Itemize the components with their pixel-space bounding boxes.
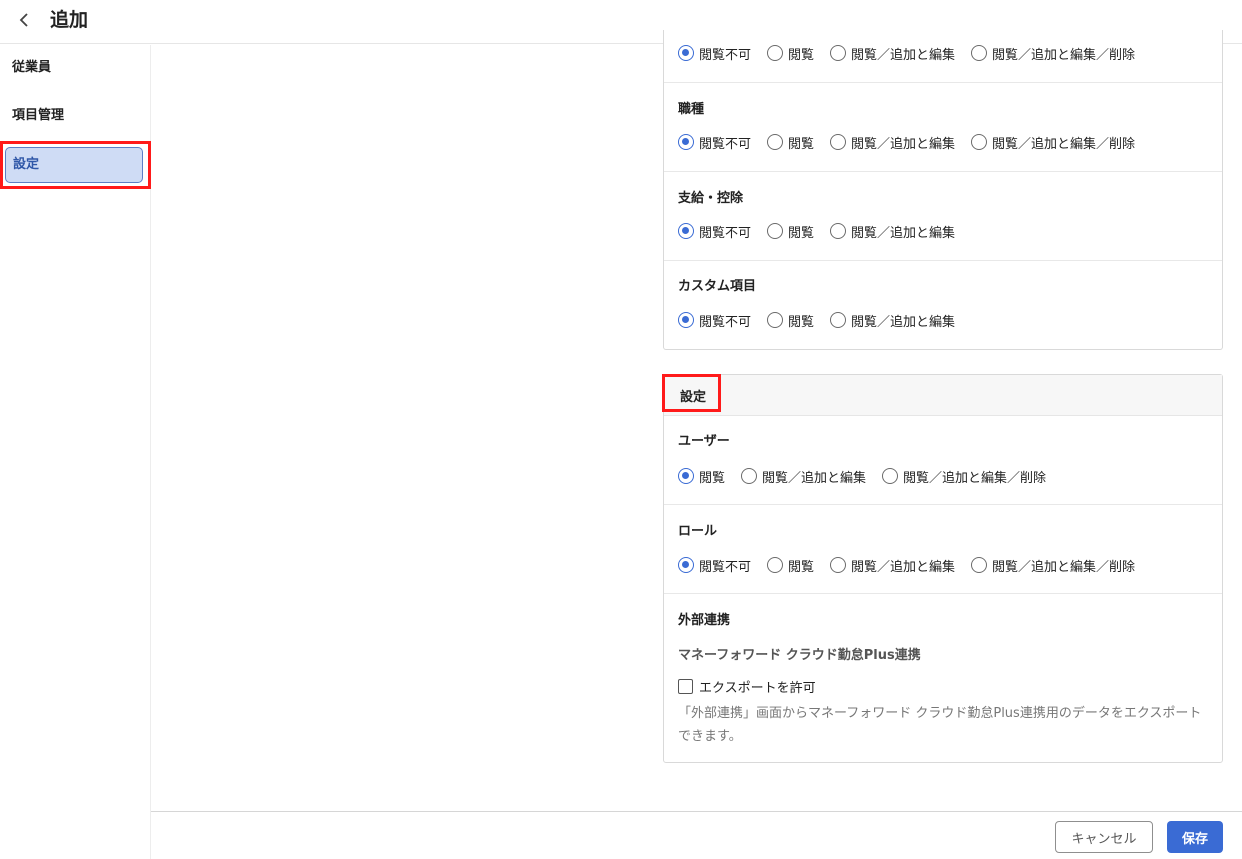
radio-group-user: 閲覧 閲覧／追加と編集 閲覧／追加と編集／削除: [678, 466, 1062, 486]
radio-button[interactable]: [767, 45, 784, 61]
back-button[interactable]: [12, 8, 36, 34]
radio-option[interactable]: 閲覧不可: [678, 556, 751, 575]
integration-sub-label: マネーフォワード クラウド勤怠Plus連携: [678, 648, 921, 663]
radio-group-allowance-deduction: 閲覧不可 閲覧 閲覧／追加と編集: [678, 221, 971, 241]
radio-button[interactable]: [830, 45, 847, 61]
export-permission-label: エクスポートを許可: [699, 681, 816, 696]
footer-bar: キャンセル 保存: [151, 811, 1242, 859]
radio-button[interactable]: [971, 134, 988, 150]
settings-card: 設定 ユーザー 閲覧 閲覧／追加と編集 閲覧／追加と編集／削除 ロール 閲覧不可…: [663, 374, 1223, 763]
radio-option[interactable]: 閲覧: [767, 311, 814, 330]
section-label-role: ロール: [678, 524, 718, 539]
radio-group-custom-items: 閲覧不可 閲覧 閲覧／追加と編集: [678, 310, 971, 330]
section-label-integration: 外部連携: [678, 613, 731, 628]
radio-button[interactable]: [678, 134, 694, 150]
section-label-job-type: 職種: [678, 102, 705, 117]
radio-option[interactable]: 閲覧／追加と編集／削除: [971, 44, 1135, 63]
radio-option[interactable]: 閲覧／追加と編集: [741, 467, 866, 486]
radio-group-role: 閲覧不可 閲覧 閲覧／追加と編集 閲覧／追加と編集／削除: [678, 555, 1151, 575]
divider: [664, 82, 1222, 83]
export-permission-checkbox[interactable]: [678, 679, 693, 694]
radio-option[interactable]: 閲覧: [767, 133, 814, 152]
radio-option[interactable]: 閲覧: [767, 44, 814, 63]
chevron-left-icon: [19, 12, 29, 31]
radio-option[interactable]: 閲覧不可: [678, 44, 751, 63]
radio-button[interactable]: [830, 312, 847, 328]
radio-option[interactable]: 閲覧／追加と編集: [830, 222, 955, 241]
radio-button[interactable]: [678, 45, 694, 61]
export-permission-checkbox-row[interactable]: エクスポートを許可: [678, 677, 816, 696]
radio-option[interactable]: 閲覧／追加と編集／削除: [971, 556, 1135, 575]
radio-button[interactable]: [678, 468, 694, 484]
radio-option[interactable]: 閲覧／追加と編集: [830, 44, 955, 63]
radio-button[interactable]: [767, 223, 784, 239]
radio-option[interactable]: 閲覧／追加と編集: [830, 133, 955, 152]
integration-help-text: 「外部連携」画面からマネーフォワード クラウド勤怠Plus連携用のデータをエクス…: [678, 706, 1202, 744]
radio-button[interactable]: [830, 223, 847, 239]
radio-option[interactable]: 閲覧: [767, 556, 814, 575]
radio-button[interactable]: [882, 468, 899, 484]
radio-button[interactable]: [830, 134, 847, 150]
divider: [664, 504, 1222, 505]
divider: [664, 171, 1222, 172]
radio-button[interactable]: [741, 468, 758, 484]
radio-option[interactable]: 閲覧: [767, 222, 814, 241]
settings-card-header: 設定: [664, 375, 1222, 416]
sidebar-item-employees[interactable]: 従業員: [5, 50, 143, 86]
radio-button[interactable]: [767, 134, 784, 150]
radio-button[interactable]: [767, 312, 784, 328]
radio-option[interactable]: 閲覧不可: [678, 222, 751, 241]
radio-button[interactable]: [971, 45, 988, 61]
radio-button[interactable]: [830, 557, 847, 573]
divider: [664, 593, 1222, 594]
section-label-allowance-deduction: 支給・控除: [678, 191, 744, 206]
page-title: 追加: [50, 9, 89, 31]
radio-option[interactable]: 閲覧／追加と編集／削除: [971, 133, 1135, 152]
radio-button[interactable]: [971, 557, 988, 573]
radio-group-job-type: 閲覧不可 閲覧 閲覧／追加と編集 閲覧／追加と編集／削除: [678, 132, 1151, 152]
section-label-custom-items: カスタム項目: [678, 279, 757, 294]
cancel-button[interactable]: キャンセル: [1055, 821, 1153, 853]
radio-button[interactable]: [678, 557, 694, 573]
radio-button[interactable]: [678, 223, 694, 239]
radio-option[interactable]: 閲覧不可: [678, 133, 751, 152]
settings-card-title: 設定: [680, 390, 707, 405]
section-label-user: ユーザー: [678, 434, 730, 449]
sidebar: 従業員 項目管理 設定: [0, 45, 151, 859]
radio-option[interactable]: 閲覧／追加と編集: [830, 311, 955, 330]
sidebar-item-settings[interactable]: 設定: [5, 147, 143, 183]
radio-option[interactable]: 閲覧／追加と編集: [830, 556, 955, 575]
radio-button[interactable]: [767, 557, 784, 573]
radio-button[interactable]: [678, 312, 694, 328]
radio-option[interactable]: 閲覧／追加と編集／削除: [882, 467, 1046, 486]
sidebar-item-item-management[interactable]: 項目管理: [5, 98, 143, 134]
permissions-card: 閲覧不可 閲覧 閲覧／追加と編集 閲覧／追加と編集／削除 職種 閲覧不可 閲覧 …: [663, 30, 1223, 350]
save-button[interactable]: 保存: [1167, 821, 1223, 853]
radio-option[interactable]: 閲覧不可: [678, 311, 751, 330]
radio-option[interactable]: 閲覧: [678, 467, 725, 486]
radio-group-section-0: 閲覧不可 閲覧 閲覧／追加と編集 閲覧／追加と編集／削除: [678, 43, 1151, 63]
divider: [664, 260, 1222, 261]
